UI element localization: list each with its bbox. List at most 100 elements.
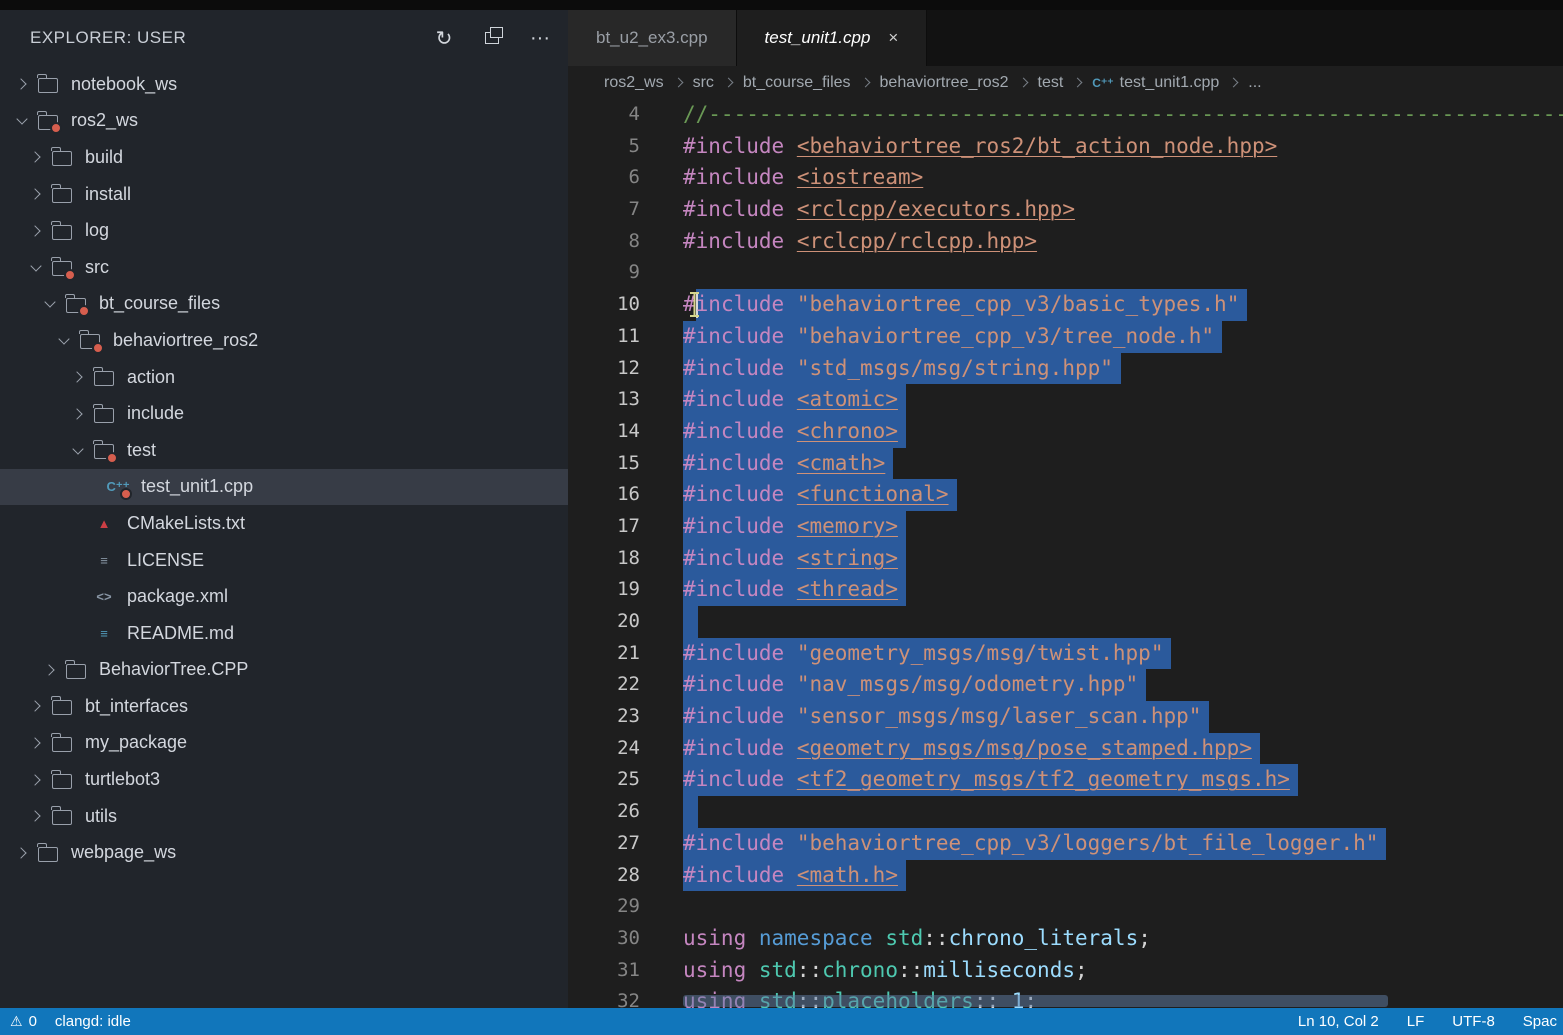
code-line-29[interactable]: 29 bbox=[568, 891, 1563, 923]
tree-item-ros2_ws[interactable]: ros2_ws bbox=[0, 103, 568, 140]
folder-icon bbox=[48, 176, 76, 213]
tree-item-webpage_ws[interactable]: webpage_ws bbox=[0, 834, 568, 871]
tree-item-label: behaviortree_ros2 bbox=[113, 330, 258, 351]
code-line-25[interactable]: 25#include <tf2_geometry_msgs/tf2_geomet… bbox=[568, 764, 1563, 796]
code-line-9[interactable]: 9 bbox=[568, 257, 1563, 289]
code-line-23[interactable]: 23#include "sensor_msgs/msg/laser_scan.h… bbox=[568, 701, 1563, 733]
code-line-27[interactable]: 27#include "behaviortree_cpp_v3/loggers/… bbox=[568, 828, 1563, 860]
tree-item-include[interactable]: include bbox=[0, 395, 568, 432]
tree-item-src[interactable]: src bbox=[0, 249, 568, 286]
tree-item-package.xml[interactable]: <>package.xml bbox=[0, 578, 568, 615]
chevron-right-icon[interactable] bbox=[10, 849, 34, 857]
tree-item-LICENSE[interactable]: ≡LICENSE bbox=[0, 542, 568, 579]
tab-test_unit1.cpp[interactable]: test_unit1.cpp× bbox=[737, 10, 928, 66]
tree-item-turtlebot3[interactable]: turtlebot3 bbox=[0, 761, 568, 798]
problems-indicator[interactable]: ⚠ 0 bbox=[10, 1013, 37, 1030]
tree-item-install[interactable]: install bbox=[0, 176, 568, 213]
breadcrumb-item[interactable]: test bbox=[1038, 74, 1064, 92]
chevron-down-icon[interactable] bbox=[38, 301, 62, 306]
tree-item-my_package[interactable]: my_package bbox=[0, 725, 568, 762]
chevron-right-icon[interactable] bbox=[24, 702, 48, 710]
breadcrumb-item[interactable]: src bbox=[693, 74, 714, 92]
indentation-indicator[interactable]: Spac bbox=[1523, 1013, 1557, 1030]
chevron-down-icon[interactable] bbox=[52, 338, 76, 343]
line-content: #include <math.h> bbox=[683, 860, 906, 892]
selection-highlight: #include <math.h> bbox=[683, 860, 906, 892]
chevron-down-icon[interactable] bbox=[24, 265, 48, 270]
horizontal-scrollbar[interactable] bbox=[683, 995, 1388, 1007]
tree-item-behaviortree_ros2[interactable]: behaviortree_ros2 bbox=[0, 322, 568, 359]
chevron-right-icon[interactable] bbox=[66, 410, 90, 418]
code-line-19[interactable]: 19#include <thread> bbox=[568, 574, 1563, 606]
tree-item-notebook_ws[interactable]: notebook_ws bbox=[0, 66, 568, 103]
chevron-right-icon[interactable] bbox=[24, 739, 48, 747]
line-content: #include <cmath> bbox=[683, 448, 893, 480]
tree-item-test_unit1.cpp[interactable]: C⁺⁺test_unit1.cpp bbox=[0, 469, 568, 506]
open-editors-icon[interactable] bbox=[480, 27, 504, 50]
close-icon[interactable]: × bbox=[888, 28, 898, 48]
code-line-15[interactable]: 15#include <cmath> bbox=[568, 448, 1563, 480]
refresh-icon[interactable]: ↻ bbox=[432, 26, 456, 51]
tree-item-bt_interfaces[interactable]: bt_interfaces bbox=[0, 688, 568, 725]
code-line-10[interactable]: 10#include "behaviortree_cpp_v3/basic_ty… bbox=[568, 289, 1563, 321]
chevron-down-icon[interactable] bbox=[66, 448, 90, 453]
code-line-20[interactable]: 20 bbox=[568, 606, 1563, 638]
breadcrumb-item[interactable]: behaviortree_ros2 bbox=[880, 74, 1009, 92]
tree-item-README.md[interactable]: ≡README.md bbox=[0, 615, 568, 652]
code-line-16[interactable]: 16#include <functional> bbox=[568, 479, 1563, 511]
tab-bt_u2_ex3.cpp[interactable]: bt_u2_ex3.cpp bbox=[568, 10, 737, 66]
chevron-down-icon[interactable] bbox=[10, 118, 34, 123]
code-line-17[interactable]: 17#include <memory> bbox=[568, 511, 1563, 543]
code-line-30[interactable]: 30using namespace std::chrono_literals; bbox=[568, 923, 1563, 955]
code-line-7[interactable]: 7#include <rclcpp/executors.hpp> bbox=[568, 194, 1563, 226]
cursor-position[interactable]: Ln 10, Col 2 bbox=[1298, 1013, 1379, 1030]
code-line-22[interactable]: 22#include "nav_msgs/msg/odometry.hpp" bbox=[568, 669, 1563, 701]
code-line-12[interactable]: 12#include "std_msgs/msg/string.hpp" bbox=[568, 353, 1563, 385]
code-token: #include bbox=[683, 482, 784, 506]
tree-item-utils[interactable]: utils bbox=[0, 798, 568, 835]
breadcrumb-item[interactable]: C⁺⁺test_unit1.cpp bbox=[1092, 74, 1219, 92]
tree-item-test[interactable]: test bbox=[0, 432, 568, 469]
tree-item-BehaviorTree.CPP[interactable]: BehaviorTree.CPP bbox=[0, 652, 568, 689]
more-actions-icon[interactable]: ··· bbox=[528, 27, 552, 50]
code-line-11[interactable]: 11#include "behaviortree_cpp_v3/tree_nod… bbox=[568, 321, 1563, 353]
code-editor[interactable]: 4//-------------------------------------… bbox=[568, 99, 1563, 1008]
code-line-6[interactable]: 6#include <iostream> bbox=[568, 162, 1563, 194]
chevron-right-icon[interactable] bbox=[38, 666, 62, 674]
code-token: <math.h> bbox=[797, 863, 898, 887]
modified-dot bbox=[78, 305, 90, 317]
chevron-right-icon[interactable] bbox=[24, 190, 48, 198]
code-line-26[interactable]: 26 bbox=[568, 796, 1563, 828]
code-line-18[interactable]: 18#include <string> bbox=[568, 543, 1563, 575]
folder-icon bbox=[90, 359, 118, 396]
code-line-24[interactable]: 24#include <geometry_msgs/msg/pose_stamp… bbox=[568, 733, 1563, 765]
breadcrumb-item[interactable]: bt_course_files bbox=[743, 74, 851, 92]
code-line-13[interactable]: 13#include <atomic> bbox=[568, 384, 1563, 416]
chevron-right-icon[interactable] bbox=[10, 80, 34, 88]
chevron-right-icon[interactable] bbox=[24, 153, 48, 161]
tree-item-action[interactable]: action bbox=[0, 359, 568, 396]
tree-item-build[interactable]: build bbox=[0, 139, 568, 176]
code-line-31[interactable]: 31using std::chrono::milliseconds; bbox=[568, 955, 1563, 987]
clangd-status[interactable]: clangd: idle bbox=[55, 1013, 131, 1030]
chevron-right-icon[interactable] bbox=[24, 227, 48, 235]
code-line-8[interactable]: 8#include <rclcpp/rclcpp.hpp> bbox=[568, 226, 1563, 258]
code-token bbox=[784, 736, 797, 760]
chevron-right-icon[interactable] bbox=[24, 812, 48, 820]
tree-item-bt_course_files[interactable]: bt_course_files bbox=[0, 286, 568, 323]
code-line-5[interactable]: 5#include <behaviortree_ros2/bt_action_n… bbox=[568, 131, 1563, 163]
encoding-indicator[interactable]: UTF-8 bbox=[1452, 1013, 1495, 1030]
code-token: <rclcpp/rclcpp.hpp> bbox=[797, 226, 1037, 258]
breadcrumb-item[interactable]: ... bbox=[1248, 74, 1261, 92]
tree-item-CMakeLists.txt[interactable]: ▲CMakeLists.txt bbox=[0, 505, 568, 542]
code-token: <thread> bbox=[797, 577, 898, 601]
eol-indicator[interactable]: LF bbox=[1407, 1013, 1425, 1030]
breadcrumb-item[interactable]: ros2_ws bbox=[604, 74, 664, 92]
chevron-right-icon[interactable] bbox=[24, 776, 48, 784]
tree-item-log[interactable]: log bbox=[0, 212, 568, 249]
code-line-4[interactable]: 4//-------------------------------------… bbox=[568, 99, 1563, 131]
chevron-right-icon[interactable] bbox=[66, 373, 90, 381]
code-line-28[interactable]: 28#include <math.h> bbox=[568, 860, 1563, 892]
code-line-14[interactable]: 14#include <chrono> bbox=[568, 416, 1563, 448]
code-line-21[interactable]: 21#include "geometry_msgs/msg/twist.hpp" bbox=[568, 638, 1563, 670]
